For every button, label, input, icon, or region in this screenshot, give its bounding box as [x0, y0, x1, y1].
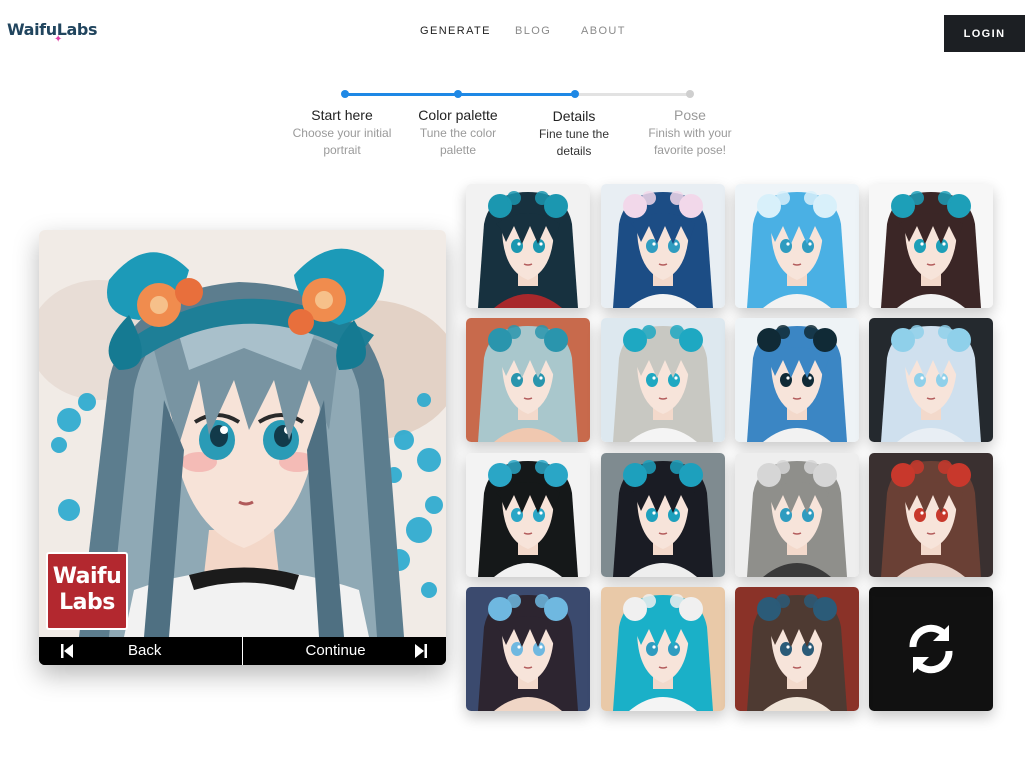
- variant-portrait-image: [869, 453, 993, 577]
- variant-portrait-image: [466, 587, 590, 711]
- variant-tile[interactable]: [466, 318, 590, 442]
- step-description: Choose your initial portrait: [292, 126, 392, 157]
- step-title: Pose: [674, 107, 706, 123]
- variant-portrait-image: [735, 587, 859, 711]
- variant-portrait-image: [735, 184, 859, 308]
- sparkle-icon: ✦: [54, 34, 62, 45]
- refresh-icon: [909, 624, 953, 674]
- variant-portrait-image: [601, 453, 725, 577]
- step-dot-pose: [686, 90, 694, 98]
- variant-portrait-image: [466, 184, 590, 308]
- variant-portrait-image: [601, 184, 725, 308]
- variant-tile[interactable]: [601, 587, 725, 711]
- step-description: Fine tune the details: [538, 127, 610, 158]
- back-button[interactable]: Back: [39, 637, 243, 665]
- variant-portrait-image: [466, 453, 590, 577]
- step-pose: Pose Finish with your favorite pose!: [632, 107, 748, 159]
- variant-tile[interactable]: [735, 453, 859, 577]
- login-button[interactable]: LOGIN: [944, 15, 1025, 52]
- variant-portrait-image: [869, 318, 993, 442]
- step-description: Finish with your favorite pose!: [648, 126, 732, 157]
- nav-blog[interactable]: BLOG: [515, 25, 551, 37]
- continue-button[interactable]: Continue: [242, 637, 446, 665]
- variant-portrait-image: [601, 318, 725, 442]
- step-connector-1: [345, 93, 458, 96]
- step-color-palette[interactable]: Color palette Tune the color palette: [400, 107, 516, 159]
- variant-portrait-image: [869, 184, 993, 308]
- step-dot-start[interactable]: [341, 90, 349, 98]
- variant-tile[interactable]: [735, 587, 859, 711]
- variant-tile[interactable]: [869, 318, 993, 442]
- continue-label: Continue: [305, 642, 366, 659]
- step-details[interactable]: Details Fine tune the details: [516, 108, 632, 160]
- variant-portrait-image: [735, 453, 859, 577]
- variant-portrait-image: [735, 318, 859, 442]
- step-title: Color palette: [418, 107, 498, 123]
- variant-tile[interactable]: [601, 318, 725, 442]
- variant-tile[interactable]: [466, 587, 590, 711]
- variant-tile[interactable]: [466, 453, 590, 577]
- variant-tile[interactable]: [601, 184, 725, 308]
- skip-back-icon: [61, 644, 73, 658]
- step-description: Tune the color palette: [419, 126, 497, 157]
- step-connector-3: [575, 93, 690, 96]
- variant-tile[interactable]: [735, 318, 859, 442]
- step-connector-2: [458, 93, 575, 96]
- preview-controls: Back Continue: [39, 637, 446, 665]
- variant-portrait-image: [601, 587, 725, 711]
- back-label: Back: [128, 642, 162, 659]
- logo-text: WaifuLabs: [7, 20, 98, 39]
- step-dot-details[interactable]: [571, 90, 579, 98]
- step-start-here[interactable]: Start here Choose your initial portrait: [284, 107, 400, 159]
- waifulabs-logo[interactable]: WaifuLabs ✦: [7, 20, 98, 45]
- variant-tile[interactable]: [735, 184, 859, 308]
- nav-generate[interactable]: GENERATE: [420, 25, 491, 37]
- variant-tile[interactable]: [601, 453, 725, 577]
- step-title: Details: [552, 108, 596, 124]
- variant-tile[interactable]: [466, 184, 590, 308]
- variant-tile[interactable]: [869, 453, 993, 577]
- waifulabs-watermark: Waifu Labs: [46, 552, 128, 630]
- variant-tile[interactable]: [869, 184, 993, 308]
- selected-portrait-card: Waifu Labs Back Continue: [39, 230, 446, 665]
- nav-about[interactable]: ABOUT: [581, 25, 626, 37]
- step-dot-color[interactable]: [454, 90, 462, 98]
- refresh-variants-button[interactable]: [869, 587, 993, 711]
- step-title: Start here: [311, 107, 373, 123]
- skip-forward-icon: [414, 644, 427, 658]
- variant-portrait-image: [466, 318, 590, 442]
